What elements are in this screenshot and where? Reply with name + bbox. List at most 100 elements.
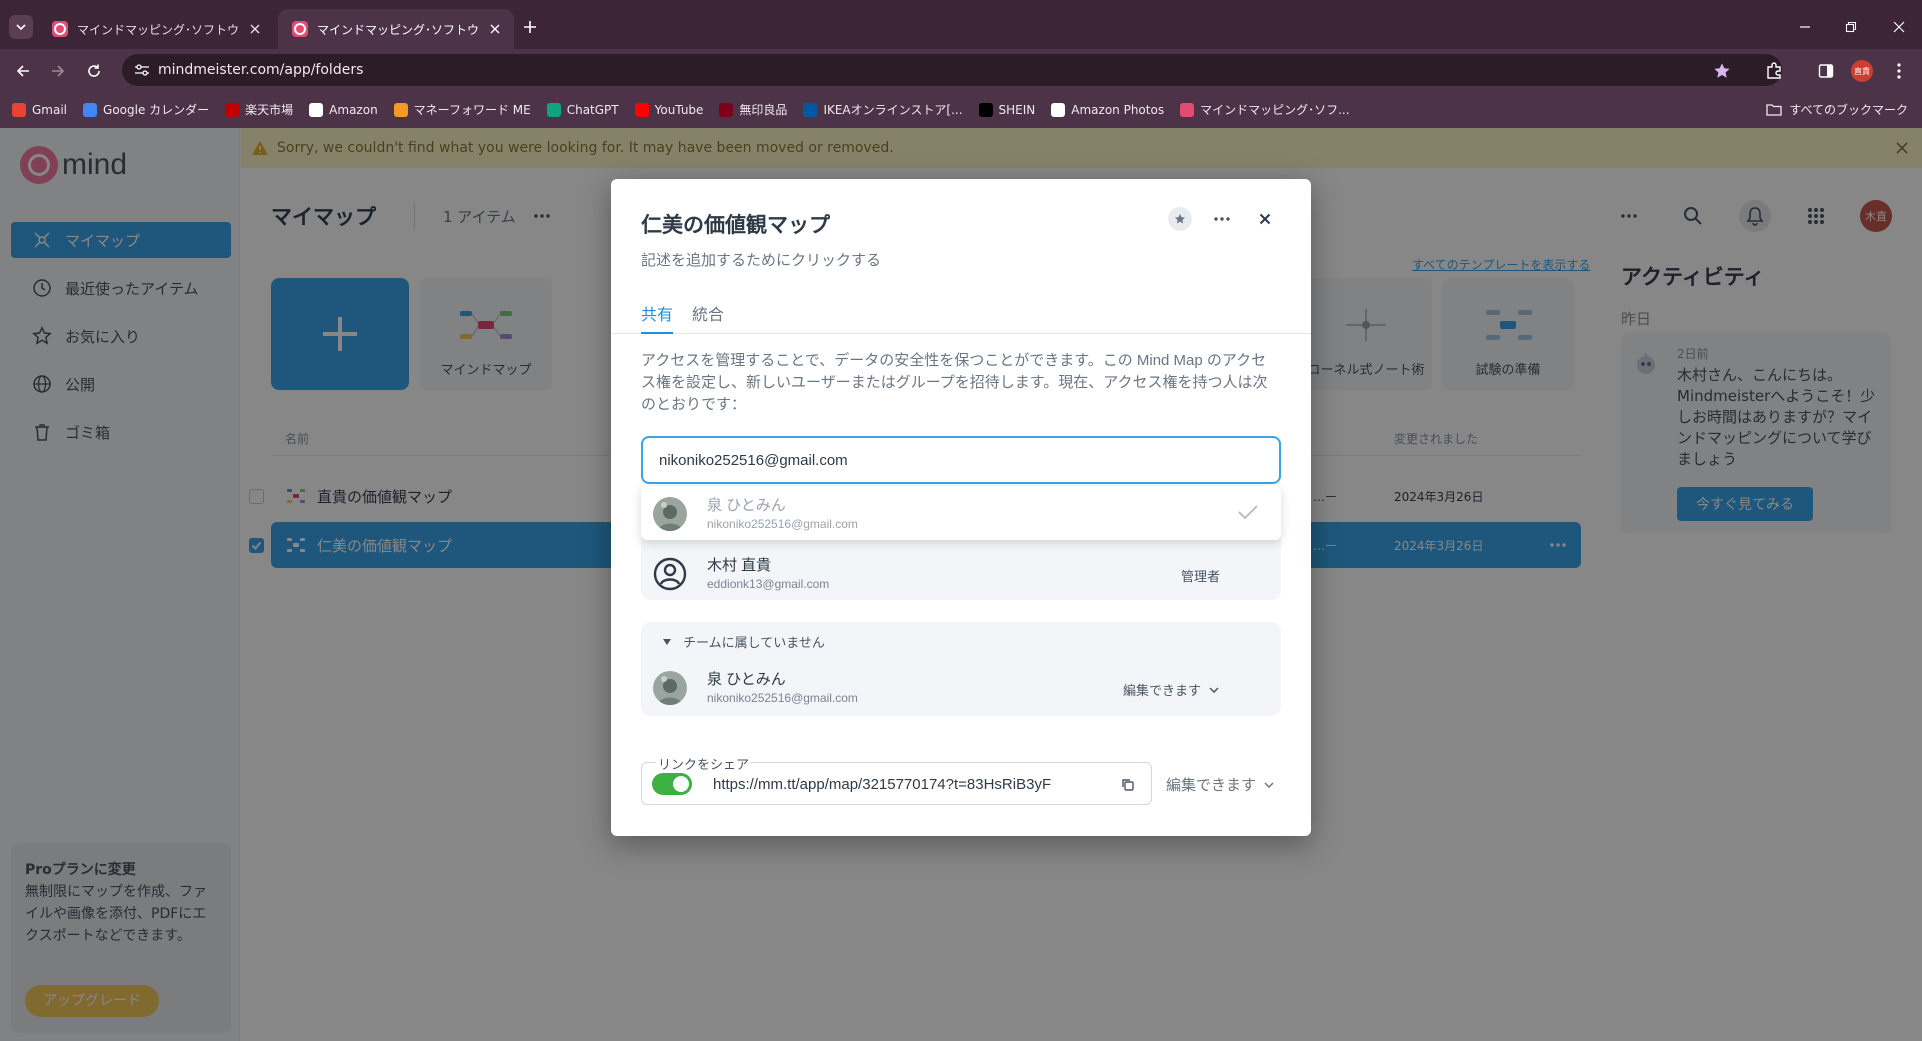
outside-team-toggle[interactable]: チームに属していません: [663, 632, 825, 651]
member-name: 泉 ひとみん: [707, 671, 786, 688]
share-link-legend: リンクをシェア: [656, 754, 752, 773]
photo-avatar: [653, 497, 687, 531]
bookmark-label: Amazon Photos: [1071, 102, 1165, 117]
tab-title: マインドマッピング･ソフトウェア - オン: [77, 22, 239, 37]
bookmark-item[interactable]: IKEAオンラインストア[...: [803, 101, 963, 118]
bookmark-item[interactable]: YouTube: [634, 102, 704, 117]
bookmark-label: 楽天市場: [245, 103, 294, 117]
link-permission-label: 編集できます: [1166, 777, 1257, 794]
browser-tabstrip: マインドマッピング･ソフトウェア - オン マインドマッピング･ソフトウェア -…: [0, 0, 1922, 49]
outside-team-header: チームに属していません: [683, 635, 825, 650]
bookmark-item[interactable]: マネーフォワード ME: [393, 101, 531, 118]
tab-search-button[interactable]: [9, 15, 33, 39]
calendar-icon: [83, 102, 98, 117]
member-role: 管理者: [1181, 569, 1221, 584]
favorite-button[interactable]: [1168, 207, 1192, 231]
new-tab-button[interactable]: [518, 15, 542, 39]
link-permission-dropdown[interactable]: 編集できます: [1166, 774, 1274, 795]
close-icon: [1893, 21, 1905, 33]
bookmark-label: マインドマッピング･ソフ...: [1200, 103, 1350, 117]
bookmark-item[interactable]: ChatGPT: [546, 102, 619, 117]
minimize-icon: [1800, 26, 1810, 28]
access-info-text: アクセスを管理することで、データの安全性を保つことができます。この Mind M…: [641, 352, 1268, 413]
reload-button[interactable]: [80, 57, 108, 85]
bookmarks-bar: Gmail Google カレンダー 楽天市場 Amazon マネーフォワード ME Ch…: [0, 91, 1922, 128]
ellipsis-icon: [1214, 217, 1230, 221]
photo-avatar: [653, 671, 687, 705]
outside-team-section: チームに属していません 泉 ひとみん nikoniko252516@gmail.…: [641, 622, 1281, 716]
map-title[interactable]: 仁美の価値観マップ: [641, 209, 830, 239]
bookmark-label: SHEIN: [998, 102, 1036, 117]
member-row: 木村 直貴 eddionk13@gmail.com 管理者: [641, 546, 1281, 600]
suggestion-email: nikoniko252516@gmail.com: [707, 517, 858, 531]
close-icon[interactable]: [246, 20, 264, 38]
suggestion-row[interactable]: 泉 ひとみん nikoniko252516@gmail.com: [641, 486, 1281, 540]
chevron-down-icon: [1209, 686, 1219, 693]
bookmark-label: Gmail: [32, 102, 68, 117]
description-placeholder[interactable]: 記述を追加するためにクリックする: [641, 249, 881, 270]
amazon-icon: [309, 102, 324, 117]
profile-avatar: 直貴: [1851, 60, 1873, 82]
dialog-more-button[interactable]: [1210, 207, 1234, 231]
bookmark-item[interactable]: 無印良品: [719, 101, 787, 118]
invite-input[interactable]: nikoniko252516@gmail.com: [641, 436, 1281, 484]
bookmark-item[interactable]: マインドマッピング･ソフ...: [1180, 101, 1350, 118]
amazon-icon: [1051, 102, 1066, 117]
restore-icon: [1845, 21, 1857, 33]
minimize-button[interactable]: [1790, 12, 1820, 42]
puzzle-icon: [1767, 62, 1781, 79]
all-bookmarks-button[interactable]: すべてのブックマーク: [1766, 101, 1908, 118]
restore-button[interactable]: [1836, 12, 1866, 42]
browser-tab-active[interactable]: マインドマッピング･ソフトウェア - オン: [278, 9, 514, 49]
tab-integrate[interactable]: 統合: [692, 299, 724, 334]
profile-button[interactable]: 直貴: [1848, 57, 1876, 85]
browser-menu-button[interactable]: [1885, 57, 1913, 85]
ikea-icon: [803, 102, 818, 117]
gmail-icon: [12, 102, 26, 117]
checkmark-icon: [1238, 505, 1258, 520]
mindmeister-icon: [292, 21, 308, 37]
permission-dropdown[interactable]: 編集できます: [1123, 680, 1219, 699]
share-link-url[interactable]: https://mm.tt/app/map/3215770174?t=83HsR…: [713, 776, 1051, 793]
chevron-down-icon: [16, 24, 26, 31]
bookmark-item[interactable]: Google カレンダー: [83, 101, 209, 118]
side-panel-button[interactable]: [1812, 57, 1840, 85]
caret-down-icon: [663, 638, 671, 645]
dialog-close-button[interactable]: [1253, 207, 1277, 231]
reload-icon: [88, 64, 100, 77]
bookmark-item[interactable]: SHEIN: [978, 102, 1036, 117]
address-bar[interactable]: mindmeister.com/app/folders: [122, 54, 1782, 86]
share-link-toggle[interactable]: [652, 773, 692, 795]
bookmark-label: ChatGPT: [566, 102, 619, 117]
bookmark-item[interactable]: Amazon Photos: [1051, 102, 1165, 117]
copy-icon: [1122, 779, 1134, 791]
copy-link-button[interactable]: [1118, 775, 1138, 795]
bookmark-item[interactable]: Amazon: [309, 102, 378, 117]
user-avatar-icon: [653, 557, 687, 591]
bookmark-label: Amazon: [329, 102, 378, 117]
close-icon[interactable]: [486, 20, 504, 38]
back-button[interactable]: [9, 57, 37, 85]
bookmark-star-button[interactable]: [1708, 57, 1736, 85]
bookmark-item[interactable]: 楽天市場: [225, 101, 293, 118]
suggestion-name: 泉 ひとみん: [707, 497, 786, 514]
mindmeister-icon: [52, 21, 68, 37]
extensions-button[interactable]: [1760, 57, 1788, 85]
arrow-right-icon: [52, 65, 65, 77]
invite-suggestion[interactable]: 泉 ひとみん nikoniko252516@gmail.com: [641, 486, 1281, 540]
bookmark-label: 無印良品: [739, 103, 788, 117]
all-bookmarks-label: すべてのブックマーク: [1789, 103, 1908, 117]
kebab-icon: [1897, 63, 1901, 79]
bookmark-label: YouTube: [654, 102, 704, 117]
site-settings-icon[interactable]: [130, 58, 154, 82]
browser-toolbar: mindmeister.com/app/folders 直貴: [0, 49, 1922, 91]
forward-button[interactable]: [44, 57, 72, 85]
tab-share[interactable]: 共有: [641, 299, 674, 334]
browser-tab[interactable]: マインドマッピング･ソフトウェア - オン: [38, 9, 274, 49]
share-link-box: リンクをシェア https://mm.tt/app/map/3215770174…: [641, 754, 1152, 805]
bookmark-label: IKEAオンラインストア[...: [823, 103, 963, 117]
plus-icon: [524, 21, 536, 33]
bookmark-item[interactable]: Gmail: [12, 102, 68, 117]
member-row: 泉 ひとみん nikoniko252516@gmail.com 編集できます: [641, 660, 1281, 714]
window-close-button[interactable]: [1884, 12, 1914, 42]
